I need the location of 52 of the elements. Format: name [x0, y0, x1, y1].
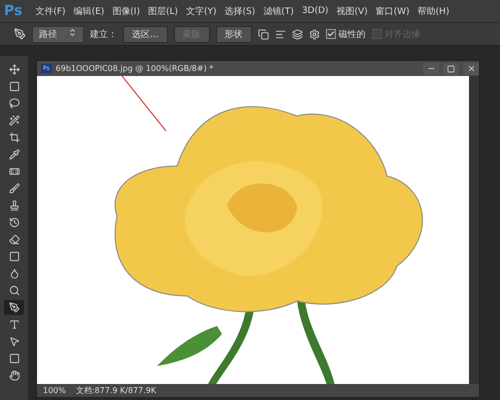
minimize-button[interactable]: [423, 62, 439, 74]
hand-icon: [8, 370, 20, 381]
menu-item[interactable]: 文字(Y): [183, 4, 220, 18]
build-label: 建立：: [90, 28, 117, 40]
crop-icon: [8, 132, 20, 143]
check-icon: [326, 30, 335, 38]
lasso-icon: [8, 98, 20, 109]
rectangle-icon: [8, 353, 20, 364]
pen-icon: [8, 302, 20, 313]
settings-icon[interactable]: [308, 28, 320, 40]
document-info: 文档:877.9 K/877.9K: [76, 385, 156, 396]
bandage-icon: [8, 166, 20, 177]
pointer-icon: [8, 336, 20, 347]
drop-icon: [8, 268, 20, 279]
menu-item[interactable]: 图层(L): [144, 4, 182, 18]
brush-icon: [8, 183, 20, 194]
menu-item[interactable]: 滤镜(T): [260, 4, 297, 18]
maximize-icon: [447, 64, 455, 72]
maximize-button[interactable]: [443, 62, 459, 74]
option-button[interactable]: 形状: [216, 26, 252, 42]
magnifier-icon: [8, 285, 20, 296]
menu-item[interactable]: 图像(I): [109, 4, 143, 18]
menu-item[interactable]: 帮助(H): [414, 4, 452, 18]
menu-item[interactable]: 视图(V): [333, 4, 371, 18]
type-icon: [8, 319, 20, 330]
tool-button[interactable]: [4, 300, 24, 315]
updown-icon: [68, 28, 77, 36]
marquee-icon: [8, 81, 20, 92]
align-icon[interactable]: [274, 28, 286, 40]
move-icon: [8, 64, 20, 75]
option-button[interactable]: 选区...: [123, 26, 168, 42]
layers-icon[interactable]: [292, 28, 303, 40]
history-brush-icon: [8, 217, 20, 228]
stamp-icon: [8, 200, 20, 211]
menu-item[interactable]: 文件(F): [32, 4, 69, 18]
menu-item[interactable]: 3D(D): [298, 6, 332, 16]
menu-item[interactable]: 选择(S): [222, 4, 258, 18]
close-icon: [466, 64, 476, 73]
zoom-level: 100%: [43, 386, 66, 395]
menu-item[interactable]: 编辑(E): [70, 4, 108, 18]
document-title: 69b1OOOPIC08.jpg @ 100%(RGB/8#) *: [56, 64, 214, 73]
wand-icon: [8, 115, 20, 126]
checkbox-option[interactable]: 磁性的: [326, 28, 366, 40]
eyedropper-icon: [8, 149, 20, 160]
pen-icon[interactable]: [14, 28, 26, 40]
copy-icon[interactable]: [258, 28, 269, 40]
close-button[interactable]: [463, 62, 479, 74]
menu-item[interactable]: 窗口(W): [372, 4, 413, 18]
app-logo: Ps: [4, 3, 22, 19]
vertical-scrollbar[interactable]: [469, 76, 479, 384]
eraser-icon: [8, 234, 20, 245]
mode-dropdown[interactable]: 路径: [32, 26, 84, 42]
